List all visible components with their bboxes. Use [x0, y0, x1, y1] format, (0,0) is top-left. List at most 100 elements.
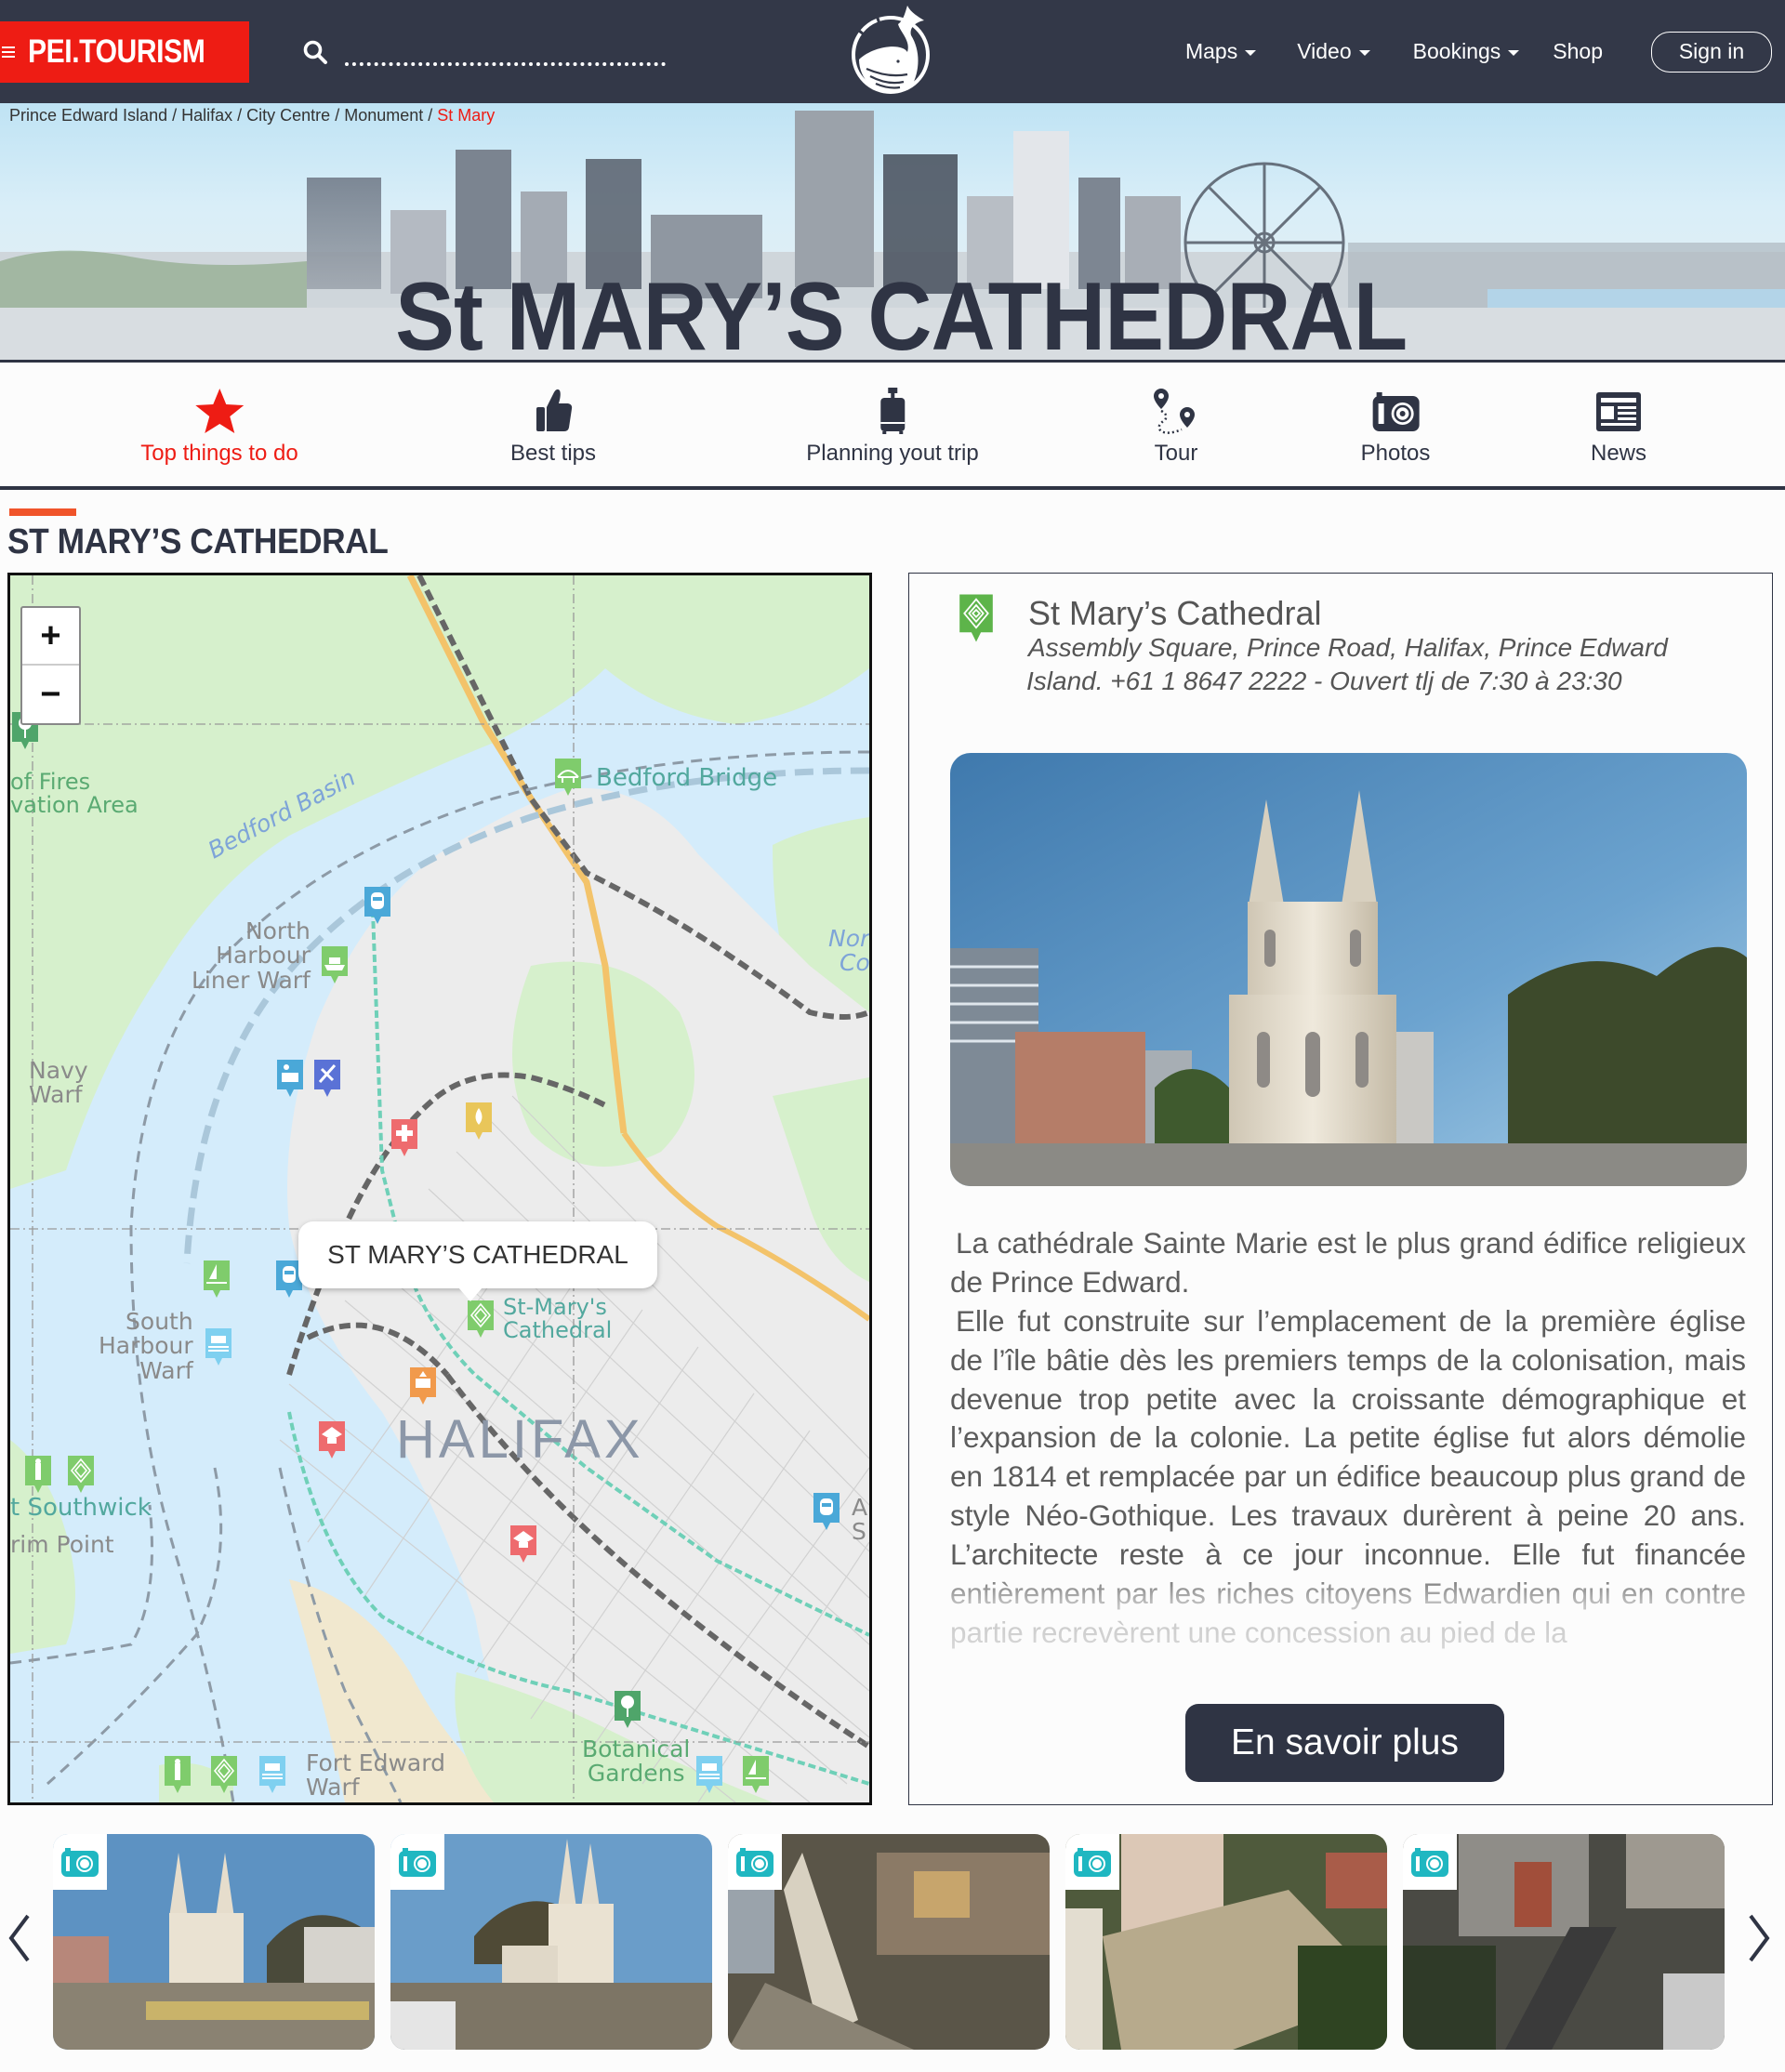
airport-pin-icon[interactable]: [312, 1058, 342, 1099]
train-station-pin-icon[interactable]: [363, 885, 392, 926]
read-more-button[interactable]: En savoir plus: [1185, 1704, 1504, 1782]
gallery-thumbnail[interactable]: [390, 1834, 712, 2050]
category-tour[interactable]: Tour: [1148, 387, 1204, 467]
map-label-line: South: [126, 1308, 193, 1335]
interactive-map[interactable]: + − of Fires vation Area Bedford Bridge B…: [7, 573, 872, 1805]
train-station-pin-icon[interactable]: [812, 1491, 841, 1532]
brand-menu-button[interactable]: PEI.TOURISM: [0, 21, 249, 83]
chevron-left-icon[interactable]: [6, 1910, 33, 1966]
fuel-pin-icon[interactable]: [464, 1101, 494, 1142]
nav-video-label: Video: [1297, 39, 1352, 63]
zoom-out-button[interactable]: −: [22, 666, 79, 723]
search-icon[interactable]: [302, 39, 328, 65]
camera-icon: [399, 1848, 436, 1877]
hero-title: St MARY’S CATHEDRAL: [395, 263, 1408, 363]
ferry-pin-icon[interactable]: [320, 944, 350, 985]
gallery-thumbnail[interactable]: [728, 1834, 1050, 2050]
education-pin-icon[interactable]: [317, 1419, 347, 1460]
map-label-line: Navy: [29, 1057, 88, 1084]
monument-pin-icon[interactable]: [66, 1454, 96, 1495]
harbour-pin-icon[interactable]: [202, 1259, 231, 1300]
nav-bookings-label: Bookings: [1412, 39, 1501, 63]
bridge-pin-icon[interactable]: [553, 757, 583, 798]
breadcrumb-item[interactable]: Halifax: [181, 106, 232, 125]
botanical-pin-icon[interactable]: [613, 1689, 642, 1730]
steam-train-pin-icon[interactable]: [275, 1058, 305, 1099]
map-label-north-cove: Nor Co: [828, 925, 870, 977]
map-label-line: of Fires: [10, 769, 91, 795]
education-pin-icon[interactable]: [509, 1524, 538, 1564]
star-icon: [194, 389, 244, 433]
thumbs-up-icon: [536, 389, 573, 431]
category-nav: Top things to do Best tips Planning yout…: [0, 363, 1785, 490]
brand-name: PEI.TOURISM: [28, 33, 205, 70]
camera-icon: [1411, 1848, 1448, 1877]
nav-shop[interactable]: Shop: [1553, 39, 1603, 64]
ferry-terminal-pin-icon[interactable]: [258, 1754, 287, 1795]
monument-pin-icon[interactable]: [209, 1754, 239, 1795]
nav-maps[interactable]: Maps: [1184, 39, 1257, 64]
map-label-halifax: HALIFAX: [396, 1409, 644, 1470]
category-news[interactable]: News: [1591, 387, 1646, 467]
map-label-line: Co: [840, 949, 870, 977]
category-planning[interactable]: Planning yout trip: [806, 387, 979, 467]
route-pins-icon: [1154, 389, 1195, 434]
category-top-things[interactable]: Top things to do: [140, 387, 298, 467]
camera-badge: [1403, 1834, 1457, 1890]
category-label: Top things to do: [140, 441, 298, 466]
map-label-line: Cathedral: [503, 1317, 613, 1344]
nav-maps-label: Maps: [1184, 39, 1238, 63]
breadcrumb-current: St Mary: [437, 106, 496, 125]
category-best-tips[interactable]: Best tips: [510, 387, 596, 467]
harbour-pin-icon[interactable]: [741, 1754, 771, 1795]
nav-shop-label: Shop: [1553, 39, 1603, 63]
map-label-bedford-bridge: Bedford Bridge: [596, 764, 778, 792]
hero-divider: [0, 360, 1785, 363]
breadcrumb-item[interactable]: Monument: [344, 106, 423, 125]
lighthouse-pin-icon[interactable]: [163, 1754, 192, 1795]
nav-video[interactable]: Video: [1297, 39, 1370, 64]
gallery-thumbnail[interactable]: [53, 1834, 375, 2050]
map-label-line: Nor: [828, 925, 870, 952]
lighthouse-pin-icon[interactable]: [23, 1454, 53, 1495]
map-label-line: Warf: [306, 1774, 360, 1801]
whale-logo-icon[interactable]: [846, 4, 939, 97]
category-photos[interactable]: Photos: [1361, 387, 1430, 467]
camera-icon: [736, 1848, 774, 1877]
breadcrumb: Prince Edward Island / Halifax / City Ce…: [9, 106, 495, 125]
search-input[interactable]: [345, 38, 666, 66]
nav-bookings[interactable]: Bookings: [1413, 39, 1520, 64]
map-label-north-harbour: North Harbour Liner Warf: [192, 918, 311, 994]
camera-icon: [1074, 1848, 1111, 1877]
place-info-panel: St Mary’s Cathedral Assembly Square, Pri…: [908, 573, 1773, 1805]
map-label-line: St-Mary's: [503, 1294, 607, 1320]
ferry-terminal-pin-icon[interactable]: [694, 1754, 724, 1795]
camera-icon: [1373, 392, 1420, 431]
monument-pin-icon[interactable]: [466, 1299, 496, 1340]
caret-down-icon: [1508, 50, 1520, 56]
place-name: St Mary’s Cathedral: [1028, 594, 1322, 632]
map-label-fort-edward: Fort Edward Warf: [306, 1750, 445, 1801]
section-title: ST MARY’S CATHEDRAL: [7, 522, 389, 561]
breadcrumb-item[interactable]: City Centre: [246, 106, 330, 125]
breadcrumb-item[interactable]: Prince Edward Island: [9, 106, 167, 125]
breadcrumb-separator: /: [423, 106, 438, 125]
government-pin-icon[interactable]: [408, 1366, 438, 1406]
cathedral-photo[interactable]: [950, 753, 1747, 1186]
map-label-line: Liner Warf: [192, 966, 311, 994]
place-address: Assembly Square, Prince Road, Halifax, P…: [1026, 633, 1668, 696]
map-label-line: Harbour: [99, 1332, 193, 1360]
zoom-in-button[interactable]: +: [22, 608, 79, 666]
map-label-south-harbour: South Harbour Warf: [99, 1308, 193, 1383]
map-label-line: Botanical: [582, 1735, 691, 1762]
sign-in-button[interactable]: Sign in: [1651, 31, 1772, 73]
ferry-terminal-pin-icon[interactable]: [204, 1326, 233, 1367]
camera-badge: [1065, 1834, 1119, 1890]
hospital-pin-icon[interactable]: [390, 1117, 419, 1158]
gallery-thumbnail[interactable]: [1403, 1834, 1725, 2050]
chevron-right-icon[interactable]: [1745, 1910, 1773, 1966]
map-label-line: Harbour: [216, 942, 311, 970]
caret-down-icon: [1358, 50, 1370, 56]
gallery-thumbnail[interactable]: [1065, 1834, 1387, 2050]
luggage-icon: [879, 388, 905, 434]
